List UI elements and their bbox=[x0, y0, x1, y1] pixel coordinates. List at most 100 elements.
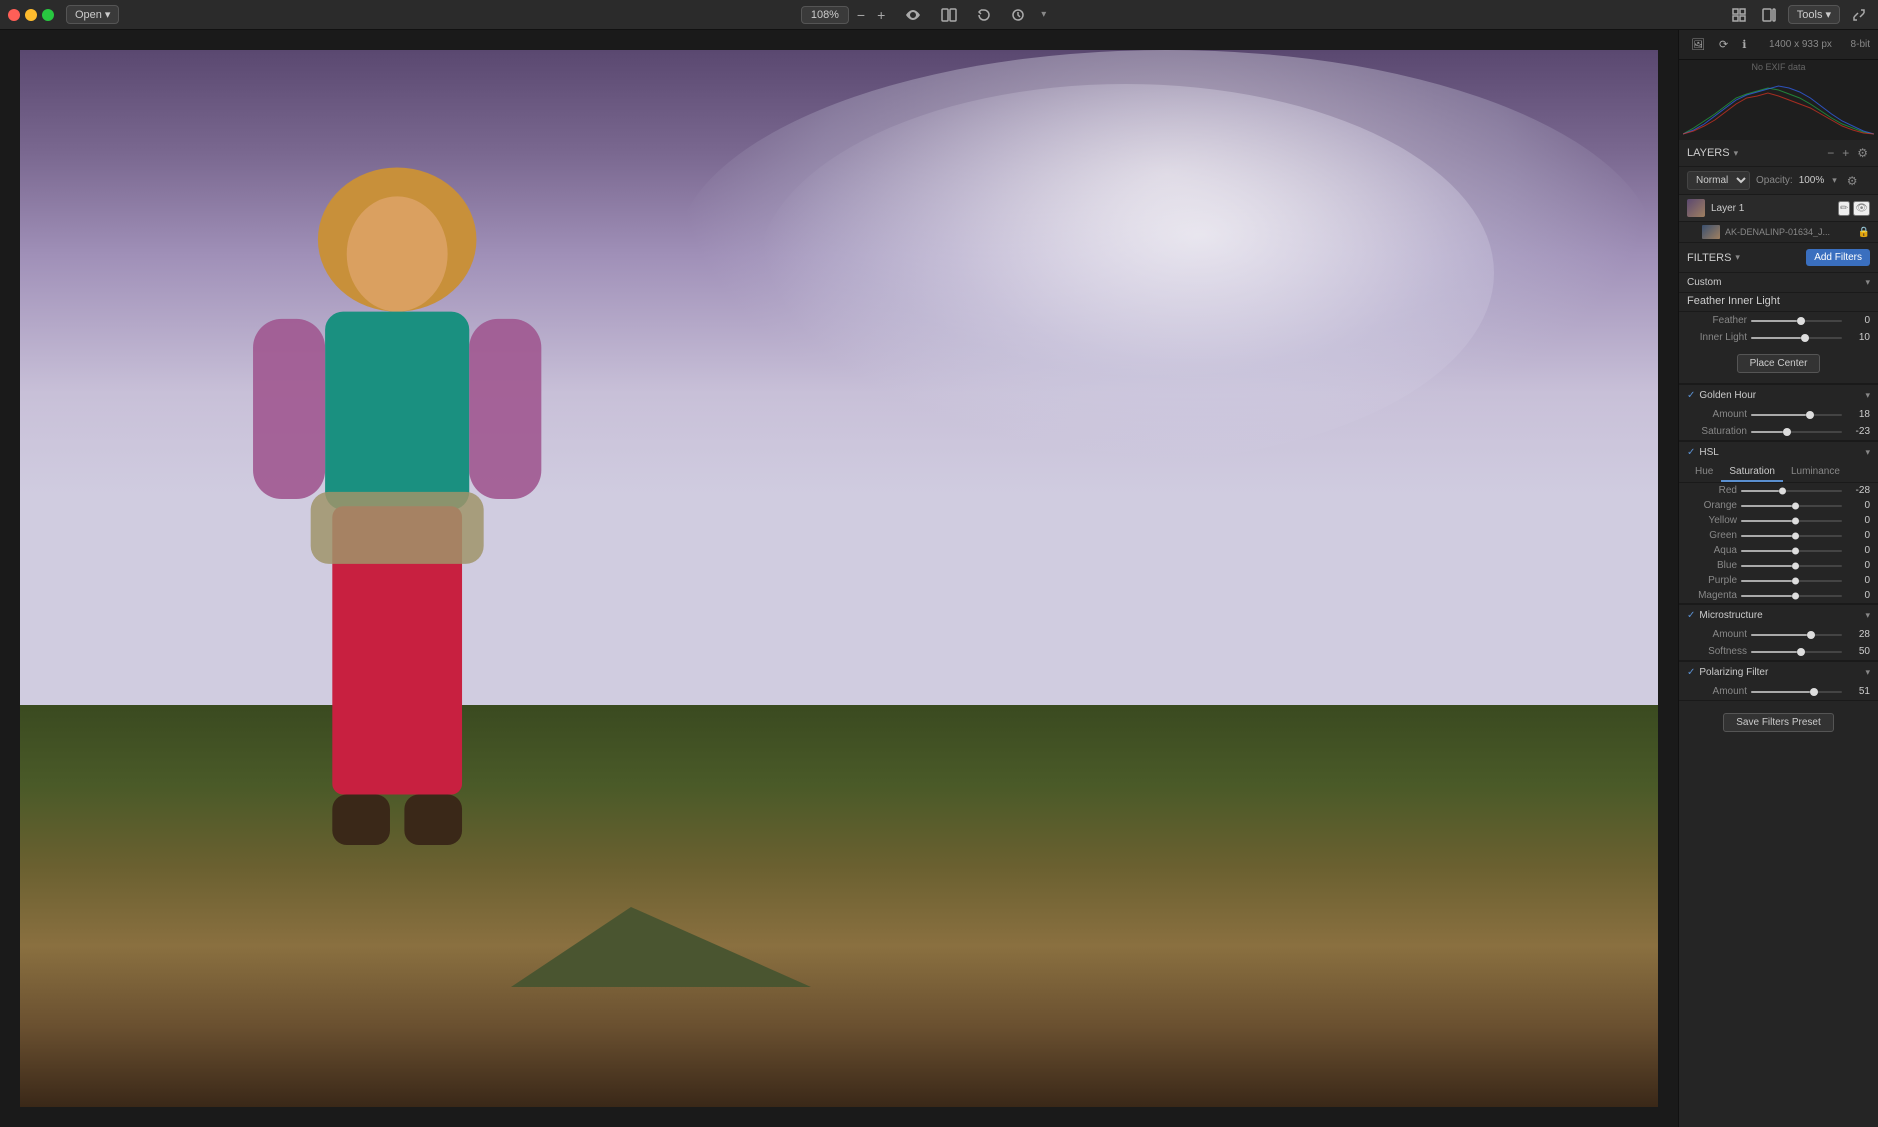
blend-mode-select[interactable]: Normal bbox=[1687, 171, 1750, 190]
golden-hour-amount-track[interactable] bbox=[1751, 414, 1842, 416]
layer-visibility-button[interactable]: 👁 bbox=[1853, 201, 1870, 216]
hsl-purple-track[interactable] bbox=[1741, 580, 1842, 582]
hsl-check-icon: ✓ bbox=[1687, 447, 1695, 458]
hsl-red-thumb bbox=[1779, 487, 1786, 494]
golden-hour-saturation-track[interactable] bbox=[1751, 431, 1842, 433]
info-bar: 🖼 ⟳ ℹ 1400 x 933 px 8-bit bbox=[1679, 30, 1878, 60]
golden-hour-check-icon: ✓ bbox=[1687, 390, 1695, 401]
tools-button[interactable]: Tools ▾ bbox=[1788, 5, 1840, 24]
close-traffic-light[interactable] bbox=[8, 9, 20, 21]
hsl-tab-luminance[interactable]: Luminance bbox=[1783, 463, 1848, 482]
layers-chevron-icon: ▾ bbox=[1734, 148, 1739, 159]
microstructure-amount-track[interactable] bbox=[1751, 634, 1842, 636]
hsl-yellow-track[interactable] bbox=[1741, 520, 1842, 522]
hsl-aqua-track[interactable] bbox=[1741, 550, 1842, 552]
layers-plus-button[interactable]: + bbox=[1840, 146, 1851, 160]
hsl-purple-row: Purple 0 bbox=[1679, 573, 1878, 588]
hsl-orange-value: 0 bbox=[1846, 500, 1870, 511]
golden-hour-saturation-fill bbox=[1751, 431, 1783, 433]
hsl-tab-saturation[interactable]: Saturation bbox=[1721, 463, 1783, 482]
hsl-yellow-value: 0 bbox=[1846, 515, 1870, 526]
polarizing-section: ✓ Polarizing Filter ▾ Amount 51 bbox=[1679, 661, 1878, 700]
filters-title: FILTERS bbox=[1687, 252, 1731, 264]
layers-title-wrap: LAYERS ▾ bbox=[1687, 147, 1738, 159]
eye-button[interactable] bbox=[901, 7, 925, 23]
layer-1-item[interactable]: Layer 1 ✏ 👁 bbox=[1679, 195, 1878, 222]
undo-button[interactable] bbox=[973, 6, 995, 24]
feather-slider-track[interactable] bbox=[1751, 320, 1842, 322]
compare-button[interactable] bbox=[937, 6, 961, 24]
layer-file-row: AK-DENALINP-01634_J... 🔒 bbox=[1679, 222, 1878, 243]
golden-hour-saturation-thumb bbox=[1783, 428, 1791, 436]
add-filters-button[interactable]: Add Filters bbox=[1806, 249, 1870, 266]
image-icon-button[interactable]: 🖼 bbox=[1687, 36, 1709, 53]
golden-hour-amount-value: 18 bbox=[1846, 409, 1870, 420]
layer-edit-button[interactable]: ✏ bbox=[1838, 201, 1850, 216]
open-label: Open bbox=[75, 9, 102, 21]
polarizing-amount-track[interactable] bbox=[1751, 691, 1842, 693]
hsl-red-track[interactable] bbox=[1741, 490, 1842, 492]
hsl-red-row: Red -28 bbox=[1679, 483, 1878, 498]
zoom-out-button[interactable]: − bbox=[853, 5, 869, 25]
polarizing-amount-thumb bbox=[1810, 688, 1818, 696]
golden-hour-saturation-value: -23 bbox=[1846, 426, 1870, 437]
hsl-blue-value: 0 bbox=[1846, 560, 1870, 571]
histogram-svg bbox=[1683, 76, 1874, 136]
resize-button[interactable] bbox=[1848, 6, 1870, 24]
custom-arrow-icon: ▾ bbox=[1865, 277, 1870, 288]
hsl-header[interactable]: ✓ HSL ▾ bbox=[1679, 442, 1878, 463]
open-button[interactable]: Open ▾ bbox=[66, 5, 119, 24]
polarizing-collapse-icon: ▾ bbox=[1865, 667, 1870, 678]
layers-minus-button[interactable]: − bbox=[1825, 146, 1836, 160]
golden-hour-header[interactable]: ✓ Golden Hour ▾ bbox=[1679, 385, 1878, 406]
layers-settings-button[interactable]: ⚙ bbox=[1855, 146, 1870, 160]
no-exif-label: No EXIF data bbox=[1679, 62, 1878, 72]
hsl-magenta-fill bbox=[1741, 595, 1792, 597]
hsl-magenta-label: Magenta bbox=[1687, 590, 1737, 601]
save-filters-preset-button[interactable]: Save Filters Preset bbox=[1723, 713, 1833, 732]
hsl-blue-fill bbox=[1741, 565, 1792, 567]
microstructure-softness-value: 50 bbox=[1846, 646, 1870, 657]
info-detail-button[interactable]: ℹ bbox=[1738, 36, 1750, 53]
inner-light-slider-thumb bbox=[1801, 334, 1809, 342]
hsl-section: ✓ HSL ▾ Hue Saturation Luminance Red bbox=[1679, 441, 1878, 603]
hsl-magenta-track[interactable] bbox=[1741, 595, 1842, 597]
hsl-orange-track[interactable] bbox=[1741, 505, 1842, 507]
hsl-blue-track[interactable] bbox=[1741, 565, 1842, 567]
grid-view-button[interactable] bbox=[1728, 6, 1750, 24]
hsl-purple-fill bbox=[1741, 580, 1792, 582]
girl-figure bbox=[217, 71, 577, 895]
custom-filter-row[interactable]: Custom ▾ bbox=[1679, 273, 1878, 293]
inner-light-slider-track[interactable] bbox=[1751, 337, 1842, 339]
hsl-green-track[interactable] bbox=[1741, 535, 1842, 537]
zoom-in-button[interactable]: + bbox=[873, 5, 889, 25]
zoom-value[interactable]: 108% bbox=[801, 6, 849, 24]
filter-name-row: Feather Inner Light bbox=[1679, 293, 1878, 312]
polarizing-header[interactable]: ✓ Polarizing Filter ▾ bbox=[1679, 662, 1878, 683]
microstructure-header[interactable]: ✓ Microstructure ▾ bbox=[1679, 605, 1878, 626]
golden-hour-amount-row: Amount 18 bbox=[1679, 406, 1878, 423]
polarizing-check-icon: ✓ bbox=[1687, 667, 1695, 678]
history-button[interactable] bbox=[1007, 6, 1029, 24]
hsl-tab-hue[interactable]: Hue bbox=[1687, 463, 1721, 482]
polarizing-amount-row: Amount 51 bbox=[1679, 683, 1878, 700]
layers-gear-button[interactable]: ⚙ bbox=[1845, 174, 1860, 188]
maximize-traffic-light[interactable] bbox=[42, 9, 54, 21]
right-panel: 🖼 ⟳ ℹ 1400 x 933 px 8-bit No EXIF data bbox=[1678, 30, 1878, 1127]
microstructure-softness-track[interactable] bbox=[1751, 651, 1842, 653]
place-center-button[interactable]: Place Center bbox=[1737, 354, 1821, 373]
hsl-magenta-row: Magenta 0 bbox=[1679, 588, 1878, 603]
feather-label: Feather bbox=[1687, 315, 1747, 326]
hsl-green-row: Green 0 bbox=[1679, 528, 1878, 543]
hsl-magenta-value: 0 bbox=[1846, 590, 1870, 601]
info-refresh-button[interactable]: ⟳ bbox=[1715, 36, 1732, 53]
photo-canvas bbox=[20, 50, 1658, 1107]
panel-toggle-button[interactable] bbox=[1758, 6, 1780, 24]
filters-header: FILTERS ▾ Add Filters bbox=[1679, 243, 1878, 273]
opacity-chevron-button[interactable]: ▾ bbox=[1830, 175, 1839, 186]
layers-header[interactable]: LAYERS ▾ − + ⚙ bbox=[1679, 140, 1878, 167]
hsl-orange-thumb bbox=[1792, 502, 1799, 509]
hsl-aqua-thumb bbox=[1792, 547, 1799, 554]
hsl-aqua-fill bbox=[1741, 550, 1792, 552]
minimize-traffic-light[interactable] bbox=[25, 9, 37, 21]
